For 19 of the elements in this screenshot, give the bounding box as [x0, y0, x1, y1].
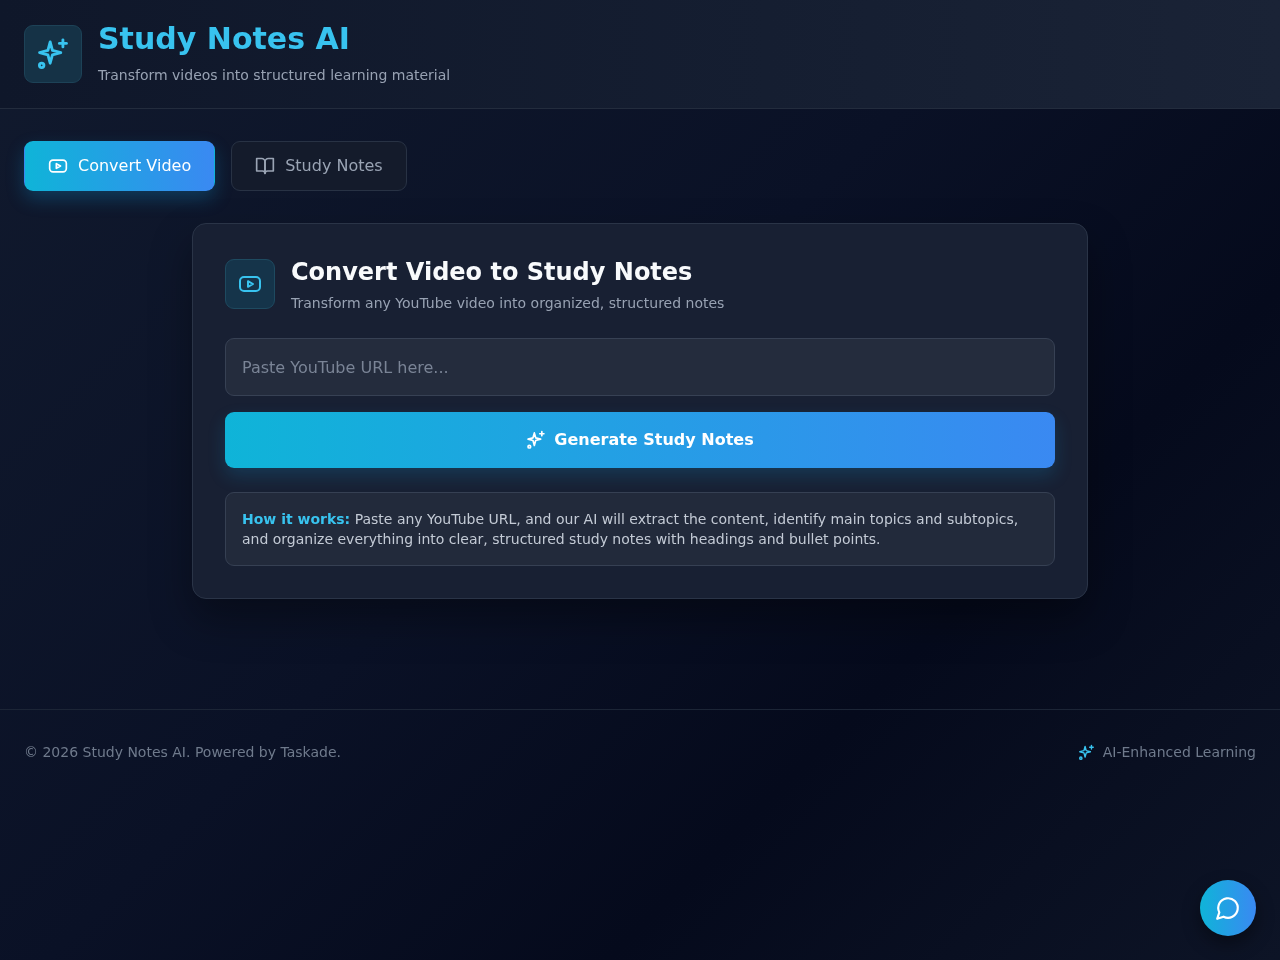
card-subtitle: Transform any YouTube video into organized, structured notes: [291, 294, 725, 314]
card-title: Convert Video to Study Notes: [291, 259, 694, 286]
app-title: Study Notes AI: [98, 22, 351, 55]
video-play-icon: [225, 259, 275, 309]
tagline-text: AI-Enhanced Learning: [1102, 743, 1256, 762]
sparkles-logo-icon: [24, 25, 82, 83]
sparkles-icon: [526, 430, 547, 451]
book-icon: [255, 156, 276, 176]
video-play-icon: [48, 156, 68, 176]
chat-button[interactable]: [1200, 880, 1256, 936]
generate-button[interactable]: Generate Study Notes: [225, 412, 1055, 469]
tab[interactable]: Study Notes: [231, 141, 407, 191]
tab[interactable]: Convert Video: [24, 141, 216, 191]
copyright-text: © 2026 Study Notes AI. Powered by Taskade.: [24, 743, 341, 762]
url-input-field[interactable]: Paste YouTube URL here...: [225, 338, 1055, 397]
how-it-works-text: How it works: Paste any YouTube URL, and our AI will extract the content, identify main topics and subtopics, and organize everything into clear, structured study notes with headings and bullet points.: [242, 510, 1020, 550]
sparkles-icon: [1077, 744, 1095, 761]
app-subtitle: Transform videos into structured learning material: [98, 66, 451, 85]
chat-bubble-icon: [1215, 895, 1241, 921]
